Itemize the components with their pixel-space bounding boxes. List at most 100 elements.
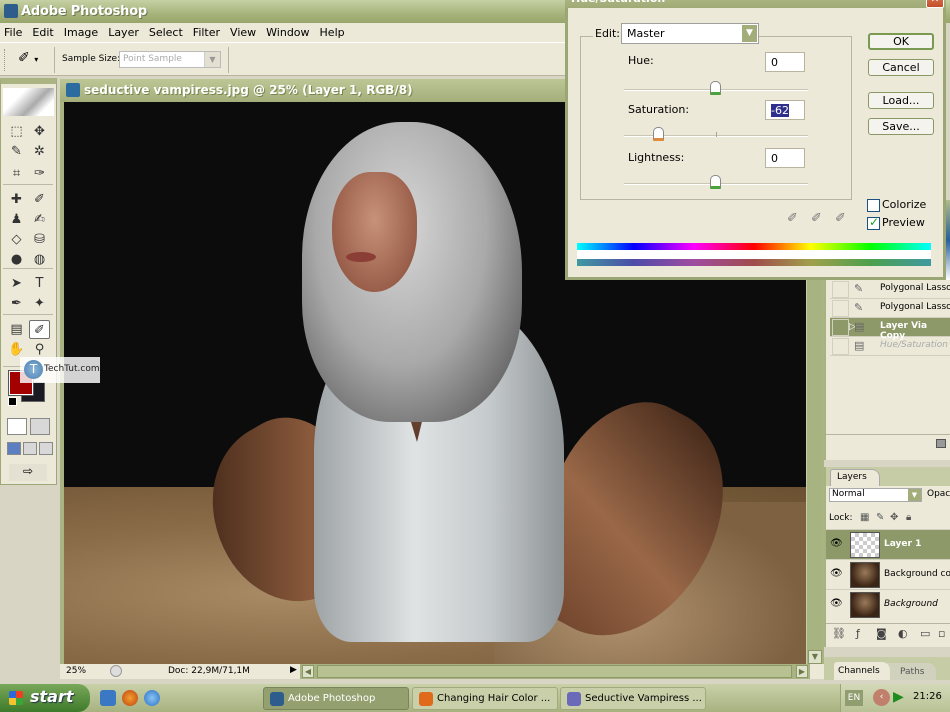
- tool-notes[interactable]: ▤: [6, 320, 27, 339]
- scroll-left-button[interactable]: ◀: [302, 665, 314, 678]
- eyedropper-minus-icon[interactable]: ✐: [835, 211, 846, 226]
- lock-position-icon[interactable]: ✥: [890, 512, 898, 523]
- lightness-input[interactable]: 0: [765, 148, 805, 168]
- menu-filter[interactable]: Filter: [193, 26, 220, 39]
- tab-paths[interactable]: Paths: [884, 663, 936, 680]
- eye-icon[interactable]: 👁︎: [830, 598, 843, 609]
- tool-paint-bucket[interactable]: ⛁: [29, 230, 50, 249]
- tool-slice[interactable]: ✑: [29, 164, 50, 183]
- menu-edit[interactable]: Edit: [32, 26, 53, 39]
- default-colors-icon[interactable]: [8, 397, 17, 406]
- language-indicator[interactable]: EN: [845, 690, 863, 706]
- eye-icon[interactable]: 👁︎: [830, 568, 843, 579]
- history-item[interactable]: ▤ Hue/Saturation: [830, 337, 950, 356]
- tool-type[interactable]: T: [29, 274, 50, 293]
- eye-icon[interactable]: 👁︎: [830, 538, 843, 549]
- edit-select[interactable]: Master ▼: [621, 23, 759, 44]
- cancel-button[interactable]: Cancel: [868, 59, 934, 76]
- zoom-preview-icon[interactable]: [110, 665, 122, 677]
- tool-dodge[interactable]: ◍: [29, 250, 50, 269]
- tool-healing-brush[interactable]: ✚: [6, 190, 27, 209]
- add-mask-icon[interactable]: ◙: [876, 627, 887, 640]
- feather-logo[interactable]: [3, 88, 54, 116]
- history-item[interactable]: ✎ Polygonal Lasso: [830, 299, 950, 318]
- tool-magic-wand[interactable]: ✲: [29, 142, 50, 161]
- adjustment-layer-icon[interactable]: ◐: [898, 627, 908, 640]
- menu-file[interactable]: File: [4, 26, 22, 39]
- scroll-right-button[interactable]: ▶: [796, 665, 808, 678]
- ok-button[interactable]: OK: [868, 33, 934, 50]
- tool-path-selection[interactable]: ➤: [6, 274, 27, 293]
- dialog-title-bar[interactable]: Hue/Saturation ✕: [565, 0, 946, 8]
- lock-all-icon[interactable]: 🔒︎: [906, 512, 911, 523]
- status-menu-arrow-icon[interactable]: ▶: [290, 665, 297, 675]
- new-group-icon[interactable]: ▭: [920, 627, 930, 640]
- lock-image-icon[interactable]: ✎: [876, 512, 884, 523]
- tool-crop[interactable]: ⌗: [6, 164, 27, 183]
- tool-move[interactable]: ✥: [29, 122, 50, 141]
- back-icon[interactable]: ‹: [873, 689, 890, 706]
- hue-slider-thumb[interactable]: [710, 81, 721, 95]
- menu-window[interactable]: Window: [266, 26, 309, 39]
- save-button[interactable]: Save...: [868, 118, 934, 135]
- zoom-level[interactable]: 25%: [66, 666, 86, 676]
- sample-size-select[interactable]: Point Sample ▼: [119, 51, 221, 68]
- jump-to-imageready-button[interactable]: ⇨: [9, 464, 47, 481]
- tool-eyedropper[interactable]: ✐: [29, 320, 50, 339]
- layer-row[interactable]: 👁︎ Background cop: [826, 559, 950, 589]
- load-button[interactable]: Load...: [868, 92, 934, 109]
- menu-help[interactable]: Help: [320, 26, 345, 39]
- layer-style-icon[interactable]: ƒ: [856, 627, 860, 640]
- hue-input[interactable]: 0: [765, 52, 805, 72]
- tool-eraser[interactable]: ◇: [6, 230, 27, 249]
- screen-mode-standard-button[interactable]: [7, 442, 21, 455]
- snapshot-source-box[interactable]: [832, 338, 849, 355]
- outlook-express-icon[interactable]: [100, 690, 116, 706]
- taskbar-button[interactable]: Adobe Photoshop: [263, 687, 409, 710]
- link-icon[interactable]: ⛓: [832, 627, 846, 640]
- blend-mode-select[interactable]: Normal ▼: [829, 488, 922, 502]
- tool-rectangular-marquee[interactable]: ⬚: [6, 122, 27, 141]
- saturation-input[interactable]: -62: [765, 100, 805, 120]
- tool-pen[interactable]: ✒: [6, 294, 27, 313]
- layer-row[interactable]: 👁︎ Background: [826, 589, 950, 619]
- history-item[interactable]: ✎ Polygonal Lasso: [830, 280, 950, 299]
- start-button[interactable]: start: [0, 684, 90, 712]
- history-item[interactable]: ▷ ▤ Layer Via Copy: [830, 318, 950, 341]
- close-icon[interactable]: ✕: [926, 0, 944, 8]
- new-layer-icon[interactable]: ▫: [938, 627, 945, 640]
- taskbar-button[interactable]: Changing Hair Color ...: [412, 687, 558, 710]
- preview-checkbox[interactable]: [867, 215, 880, 230]
- options-bar-grip[interactable]: [4, 49, 6, 71]
- snapshot-source-box[interactable]: [832, 319, 849, 336]
- scroll-down-button[interactable]: ▼: [808, 650, 822, 664]
- lock-transparency-icon[interactable]: ▦: [860, 512, 869, 523]
- tool-polygonal-lasso[interactable]: ✎: [6, 142, 27, 161]
- tool-clone-stamp[interactable]: ♟: [6, 210, 27, 229]
- snapshot-source-box[interactable]: [832, 281, 849, 298]
- firefox-icon[interactable]: [122, 690, 138, 706]
- horizontal-scrollbar[interactable]: ◀ ▶: [300, 664, 810, 679]
- tab-channels[interactable]: Channels: [834, 662, 890, 680]
- eyedropper-icon[interactable]: ✐: [787, 211, 798, 226]
- taskbar-button[interactable]: Seductive Vampiress ...: [560, 687, 706, 710]
- tool-blur[interactable]: ●: [6, 250, 27, 269]
- screen-mode-menubar-button[interactable]: [23, 442, 37, 455]
- colorize-checkbox[interactable]: [867, 199, 880, 212]
- menu-image[interactable]: Image: [64, 26, 98, 39]
- menu-select[interactable]: Select: [149, 26, 183, 39]
- tool-history-brush[interactable]: ✍: [29, 210, 50, 229]
- menu-layer[interactable]: Layer: [108, 26, 139, 39]
- play-icon[interactable]: ▶: [893, 689, 904, 705]
- tab-layers[interactable]: Layers: [830, 469, 880, 486]
- eyedropper-plus-icon[interactable]: ✐: [811, 211, 822, 226]
- quick-mask-button[interactable]: [30, 418, 50, 435]
- delete-state-icon[interactable]: [936, 439, 946, 448]
- snapshot-source-box[interactable]: [832, 300, 849, 317]
- tool-brush[interactable]: ✐: [29, 190, 50, 209]
- layer-row[interactable]: 👁︎ Layer 1: [826, 529, 950, 559]
- saturation-slider-thumb[interactable]: [652, 127, 664, 141]
- menu-view[interactable]: View: [230, 26, 256, 39]
- tool-custom-shape[interactable]: ✦: [29, 294, 50, 313]
- tool-preset-picker[interactable]: ✐ ▾: [18, 50, 52, 70]
